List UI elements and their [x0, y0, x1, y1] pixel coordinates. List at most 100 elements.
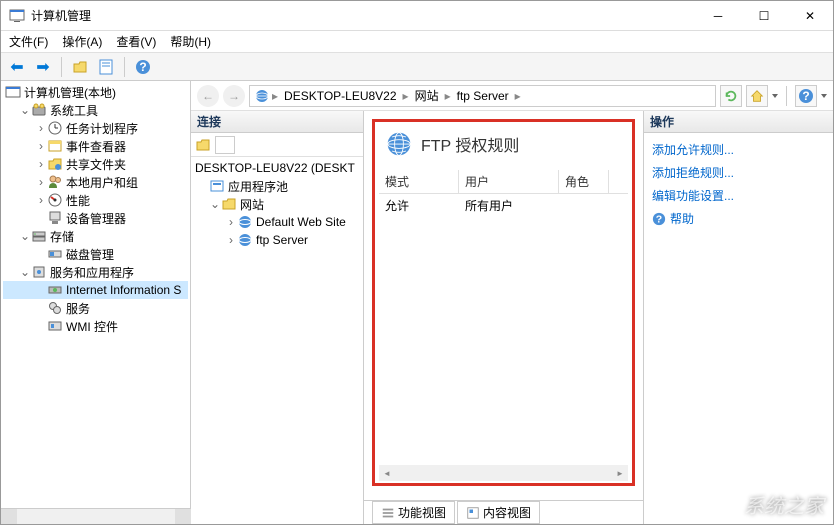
up-button[interactable]	[68, 55, 92, 79]
folder-icon[interactable]	[195, 137, 211, 153]
chevron-right-icon[interactable]: ▸	[515, 89, 521, 103]
conn-default-site[interactable]: ›Default Web Site	[193, 213, 361, 231]
action-help[interactable]: ?帮助	[652, 210, 825, 227]
tree-device-manager[interactable]: 设备管理器	[3, 209, 188, 227]
tree-expand-icon[interactable]: ›	[35, 139, 47, 153]
tree-expand-icon[interactable]: ›	[35, 193, 47, 207]
tree-root[interactable]: 计算机管理(本地)	[3, 83, 188, 101]
tree-expand-icon[interactable]: ›	[35, 175, 47, 189]
tree-disk-management[interactable]: 磁盘管理	[3, 245, 188, 263]
close-button[interactable]: ✕	[787, 1, 833, 31]
conn-sites[interactable]: ⌄网站	[193, 195, 361, 213]
conn-app-pools[interactable]: 应用程序池	[193, 177, 361, 195]
dropdown-icon[interactable]	[772, 89, 778, 103]
actions-header: 操作	[644, 111, 833, 133]
tab-feature-view[interactable]: 功能视图	[372, 501, 455, 524]
dropdown-icon[interactable]	[821, 89, 827, 103]
tree-wmi[interactable]: WMI 控件	[3, 317, 188, 335]
tree-system-tools[interactable]: ⌄系统工具	[3, 101, 188, 119]
conn-ftp-server[interactable]: ›ftp Server	[193, 231, 361, 249]
window-title: 计算机管理	[31, 7, 695, 24]
menubar: 文件(F) 操作(A) 查看(V) 帮助(H)	[1, 31, 833, 53]
connections-tree[interactable]: DESKTOP-LEU8V22 (DESKT 应用程序池 ⌄网站 ›Defaul…	[191, 157, 363, 524]
back-button[interactable]: ⬅	[5, 55, 29, 79]
tree-services-apps[interactable]: ⌄服务和应用程序	[3, 263, 188, 281]
toolbar: ⬅ ➡ ?	[1, 53, 833, 81]
nav-back-button[interactable]: ←	[197, 85, 219, 107]
tree-collapse-icon[interactable]: ⌄	[19, 265, 31, 279]
cell-role	[559, 194, 609, 217]
help-icon-button[interactable]: ?	[795, 85, 817, 107]
minimize-button[interactable]: ─	[695, 1, 741, 31]
globe-icon	[254, 88, 270, 104]
globe-icon	[385, 130, 413, 158]
tree-performance[interactable]: ›性能	[3, 191, 188, 209]
properties-button[interactable]	[94, 55, 118, 79]
col-user[interactable]: 用户	[459, 170, 559, 193]
help-icon: ?	[652, 212, 666, 226]
tree-expand-icon[interactable]: ›	[35, 121, 47, 135]
maximize-button[interactable]: ☐	[741, 1, 787, 31]
conn-root[interactable]: DESKTOP-LEU8V22 (DESKT	[193, 159, 361, 177]
tree-expand-icon[interactable]: ›	[225, 233, 237, 247]
breadcrumb-segment[interactable]: DESKTOP-LEU8V22	[280, 89, 401, 103]
left-tree[interactable]: 计算机管理(本地) ⌄系统工具 ›任务计划程序 ›事件查看器 ›共享文件夹 ›本…	[1, 81, 191, 508]
tree-collapse-icon[interactable]: ⌄	[209, 197, 221, 211]
connections-toolbar	[191, 133, 363, 157]
action-edit-feature[interactable]: 编辑功能设置...	[652, 187, 825, 204]
home-button[interactable]	[746, 85, 768, 107]
computer-management-icon	[9, 8, 25, 24]
help-button[interactable]: ?	[131, 55, 155, 79]
horizontal-scrollbar[interactable]	[379, 465, 628, 481]
menu-help[interactable]: 帮助(H)	[170, 33, 211, 50]
list-icon	[381, 506, 395, 520]
refresh-button[interactable]	[720, 85, 742, 107]
menu-file[interactable]: 文件(F)	[9, 33, 48, 50]
tree-shared-folders[interactable]: ›共享文件夹	[3, 155, 188, 173]
breadcrumb[interactable]: ▸ DESKTOP-LEU8V22 ▸ 网站 ▸ ftp Server ▸	[249, 85, 716, 107]
tab-content-view[interactable]: 内容视图	[457, 501, 540, 524]
connections-header: 连接	[191, 111, 363, 133]
table-header: 模式 用户 角色	[379, 170, 628, 194]
action-add-allow[interactable]: 添加允许规则...	[652, 141, 825, 158]
connection-box[interactable]	[215, 136, 235, 154]
chevron-right-icon[interactable]: ▸	[403, 89, 409, 103]
cell-user: 所有用户	[459, 194, 559, 217]
center-panel: FTP 授权规则 模式 用户 角色 允许 所有用户	[364, 111, 643, 524]
tree-iis[interactable]: Internet Information S	[3, 281, 188, 299]
tree-event-viewer[interactable]: ›事件查看器	[3, 137, 188, 155]
breadcrumb-segment[interactable]: 网站	[411, 87, 443, 104]
menu-action[interactable]: 操作(A)	[62, 33, 102, 50]
tree-services[interactable]: 服务	[3, 299, 188, 317]
forward-button[interactable]: ➡	[31, 55, 55, 79]
breadcrumb-segment[interactable]: ftp Server	[453, 89, 513, 103]
tree-expand-icon[interactable]: ›	[35, 157, 47, 171]
actions-panel: 操作 添加允许规则... 添加拒绝规则... 编辑功能设置... ?帮助	[643, 111, 833, 524]
left-scrollbar[interactable]	[1, 508, 191, 524]
tree-task-scheduler[interactable]: ›任务计划程序	[3, 119, 188, 137]
tree-collapse-icon[interactable]: ⌄	[19, 229, 31, 243]
titlebar: 计算机管理 ─ ☐ ✕	[1, 1, 833, 31]
content-icon	[466, 506, 480, 520]
tree-collapse-icon[interactable]: ⌄	[19, 103, 31, 117]
address-bar: ← → ▸ DESKTOP-LEU8V22 ▸ 网站 ▸ ftp Server …	[191, 81, 833, 111]
connections-panel: 连接 DESKTOP-LEU8V22 (DESKT 应用程序池 ⌄网站 ›Def…	[191, 111, 364, 524]
view-tabs: 功能视图 内容视图	[364, 500, 643, 524]
feature-title: FTP 授权规则	[421, 132, 519, 156]
col-role[interactable]: 角色	[559, 170, 609, 193]
cell-mode: 允许	[379, 194, 459, 217]
svg-text:?: ?	[802, 89, 809, 103]
menu-view[interactable]: 查看(V)	[116, 33, 156, 50]
tree-local-users[interactable]: ›本地用户和组	[3, 173, 188, 191]
tree-storage[interactable]: ⌄存储	[3, 227, 188, 245]
tree-expand-icon[interactable]: ›	[225, 215, 237, 229]
chevron-right-icon[interactable]: ▸	[445, 89, 451, 103]
col-mode[interactable]: 模式	[379, 170, 459, 193]
action-add-deny[interactable]: 添加拒绝规则...	[652, 164, 825, 181]
table-row[interactable]: 允许 所有用户	[379, 194, 628, 217]
chevron-right-icon[interactable]: ▸	[272, 89, 278, 103]
feature-table[interactable]: 模式 用户 角色 允许 所有用户	[379, 170, 628, 481]
svg-text:?: ?	[139, 60, 146, 74]
svg-text:?: ?	[656, 213, 662, 225]
nav-forward-button[interactable]: →	[223, 85, 245, 107]
